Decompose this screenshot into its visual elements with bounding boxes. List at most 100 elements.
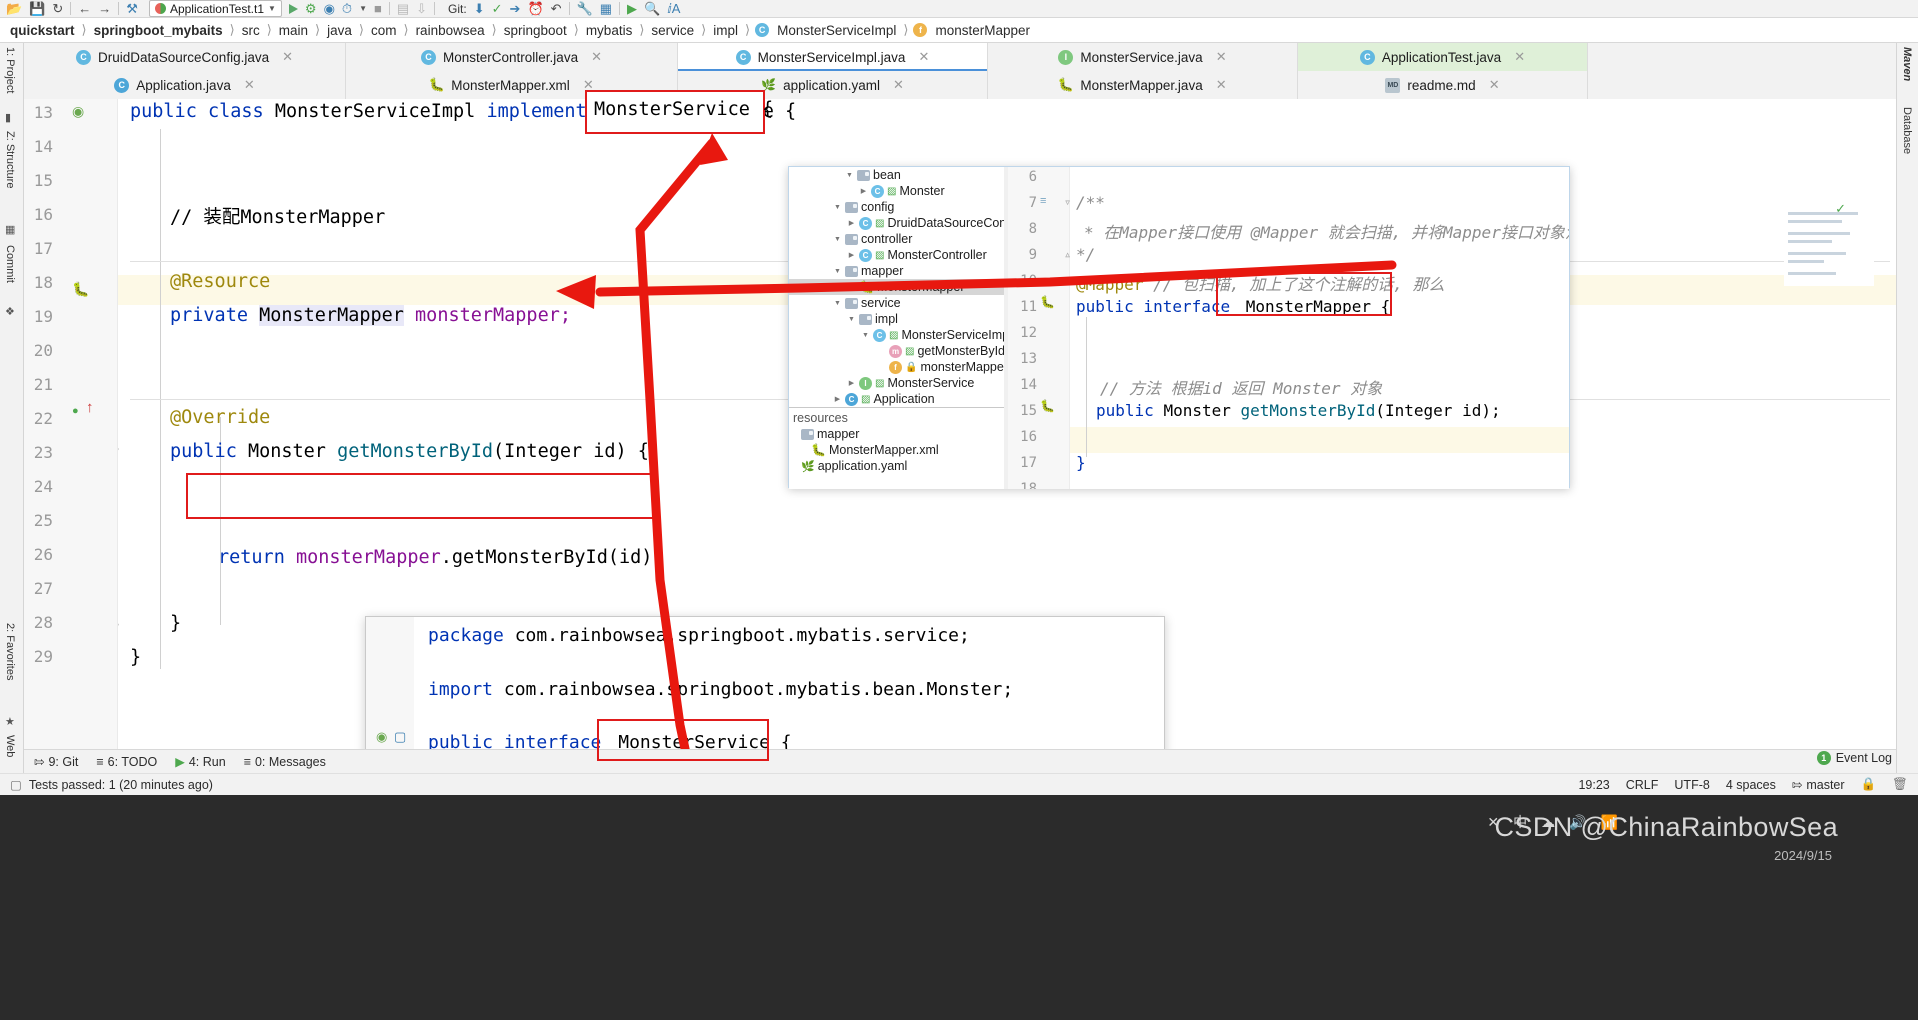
debug-icon[interactable]: ⚙ bbox=[305, 2, 317, 15]
javadoc-gutter-icon[interactable]: ≡ bbox=[1040, 195, 1046, 207]
tree-node-monsterserviceimpl[interactable]: ▼ C ▨ MonsterServiceImpl bbox=[861, 327, 1008, 343]
tab-monstermapper-java[interactable]: 🐛 MonsterMapper.java ✕ bbox=[988, 71, 1298, 99]
breadcrumb-item-impl[interactable]: impl bbox=[711, 23, 740, 38]
tab-monsterserviceimpl[interactable]: C MonsterServiceImpl.java ✕ bbox=[678, 43, 988, 71]
chevron-right-icon[interactable]: ▶ bbox=[847, 283, 856, 291]
breadcrumb-item-quickstart[interactable]: quickstart bbox=[8, 23, 77, 38]
breadcrumb-item-springboot[interactable]: springboot bbox=[502, 23, 569, 38]
tree-node-config[interactable]: ▼ config bbox=[833, 199, 894, 215]
close-icon[interactable]: ✕ bbox=[244, 77, 255, 93]
close-icon[interactable]: ✕ bbox=[1216, 49, 1227, 65]
push-icon[interactable]: ➔ bbox=[510, 2, 521, 15]
breadcrumb-item-src[interactable]: src bbox=[240, 23, 262, 38]
tree-node-monstermapper-selected[interactable]: ▶ 🐛 MonsterMapper bbox=[789, 279, 1008, 295]
file-encoding[interactable]: UTF-8 bbox=[1674, 778, 1709, 792]
star-icon[interactable]: ★ bbox=[5, 715, 15, 728]
mapper-gutter[interactable]: 6 7 8 9 10 11 12 13 14 15 16 17 18 ≡ 🐛 🐛 bbox=[1008, 167, 1070, 489]
modules-icon[interactable]: ▦ bbox=[5, 223, 15, 236]
mybatis-gutter-icon[interactable]: 🐛 bbox=[1040, 399, 1055, 413]
tree-node-application-yaml[interactable]: 🌿 application.yaml bbox=[801, 458, 907, 474]
tree-node-druiddatasourceconfig[interactable]: ▶ C ▨ DruidDataSourceConfig bbox=[847, 215, 1008, 231]
tree-node-application[interactable]: ▶ C ▨ Application bbox=[833, 391, 935, 407]
build-hammer-icon[interactable]: ⚒ bbox=[126, 2, 138, 15]
tab-monstercontroller[interactable]: C MonsterController.java ✕ bbox=[346, 43, 678, 71]
breadcrumb-item-rainbowsea[interactable]: rainbowsea bbox=[414, 23, 487, 38]
implements-arrow-icon[interactable]: ↑ bbox=[86, 399, 94, 416]
tool-button-todo[interactable]: ≡ 6: TODO bbox=[96, 755, 157, 769]
lock-icon[interactable]: 🔒 bbox=[1861, 777, 1877, 792]
project-tree-popup[interactable]: ▼ bean ▶ C ▨ Monster ▼ config ▶ C ▨ Drui… bbox=[789, 167, 1008, 489]
close-icon[interactable]: ✕ bbox=[918, 49, 929, 65]
chevron-down-icon[interactable]: ▼ bbox=[833, 236, 842, 243]
wrench-icon[interactable]: 🔧 bbox=[577, 2, 593, 15]
fold-marker-icon[interactable]: ▵ bbox=[1064, 247, 1071, 261]
tab-monsterservice[interactable]: I MonsterService.java ✕ bbox=[988, 43, 1298, 71]
tool-button-messages[interactable]: ≡ 0: Messages bbox=[244, 755, 326, 769]
sync-icon[interactable]: ↻ bbox=[52, 2, 63, 15]
spring-bean-gutter-icon[interactable]: ◉ bbox=[72, 103, 84, 120]
tab-druiddatasourceconfig[interactable]: C DruidDataSourceConfig.java ✕ bbox=[24, 43, 346, 71]
chevron-right-icon[interactable]: ▶ bbox=[859, 187, 868, 195]
breadcrumb-item-java[interactable]: java bbox=[325, 23, 354, 38]
mapper-code-text[interactable]: ▿ ▵ /** * 在Mapper接口使用 @Mapper 就会扫描, 并将Ma… bbox=[1070, 167, 1569, 489]
chevron-right-icon[interactable]: ▶ bbox=[847, 219, 856, 227]
editor-minimap[interactable] bbox=[1784, 198, 1874, 286]
commit-icon[interactable]: ✓ bbox=[492, 2, 503, 15]
close-icon[interactable]: ✕ bbox=[1514, 49, 1525, 65]
tree-node-controller[interactable]: ▼ controller bbox=[833, 231, 912, 247]
chevron-down-icon[interactable]: ▼ bbox=[833, 268, 842, 275]
chevron-down-icon[interactable]: ▼ bbox=[847, 316, 856, 323]
caret-position[interactable]: 19:23 bbox=[1578, 778, 1609, 792]
chevron-down-icon[interactable]: ▼ bbox=[845, 172, 854, 179]
close-icon[interactable]: ✕ bbox=[1489, 77, 1500, 93]
git-branch-indicator[interactable]: ⇰ master bbox=[1792, 777, 1845, 792]
rail-item-maven[interactable]: Maven bbox=[1901, 47, 1913, 81]
override-gutter-icon[interactable]: ● bbox=[72, 405, 79, 417]
translate-icon[interactable]: ⅈA bbox=[667, 2, 680, 15]
mybatis-gutter-icon[interactable]: 🐛 bbox=[72, 281, 89, 298]
run-anything-icon[interactable]: ▶ bbox=[627, 2, 637, 15]
trash-icon[interactable]: 🗑 bbox=[1892, 777, 1908, 792]
tree-node-impl[interactable]: ▼ impl bbox=[847, 311, 898, 327]
save-icon[interactable]: 💾 bbox=[29, 2, 45, 15]
search-icon[interactable]: 🔍 bbox=[644, 2, 660, 15]
tree-node-bean[interactable]: ▼ bean bbox=[845, 167, 901, 183]
chevron-down-icon[interactable]: ▼ bbox=[268, 4, 276, 13]
breadcrumb-item-springboot-mybaits[interactable]: springboot_mybaits bbox=[92, 23, 225, 38]
chevron-down-icon[interactable]: ▼ bbox=[861, 332, 870, 339]
tool-button-run[interactable]: ▶ 4: Run bbox=[175, 754, 225, 769]
bookmark-icon[interactable]: ▮ bbox=[5, 111, 11, 124]
fold-marker-icon[interactable]: ▿ bbox=[1064, 195, 1071, 209]
breadcrumb-item-mybatis[interactable]: mybatis bbox=[584, 23, 635, 38]
floating-mapper-popup[interactable]: ▼ bean ▶ C ▨ Monster ▼ config ▶ C ▨ Drui… bbox=[788, 166, 1570, 488]
close-icon[interactable]: ✕ bbox=[591, 49, 602, 65]
mybatis-gutter-icon[interactable]: 🐛 bbox=[1040, 295, 1055, 309]
rail-item-project[interactable]: 1: Project bbox=[4, 47, 16, 93]
chevron-down-icon[interactable]: ▼ bbox=[833, 204, 842, 211]
tree-node-service[interactable]: ▼ service bbox=[833, 295, 901, 311]
tree-node-monstermapper-field[interactable]: f 🔒 monsterMapper:M bbox=[889, 359, 1008, 375]
close-icon[interactable]: ✕ bbox=[1216, 77, 1227, 93]
forward-arrow-icon[interactable]: → bbox=[98, 2, 111, 15]
event-log-button[interactable]: 1 Event Log bbox=[1817, 751, 1892, 765]
chevron-down-icon[interactable]: ▼ bbox=[359, 4, 367, 13]
editor-gutter[interactable]: 13 14 15 16 17 18 19 20 21 22 23 24 25 2… bbox=[24, 99, 118, 749]
tree-node-monstermapper-xml[interactable]: 🐛 MonsterMapper.xml bbox=[811, 442, 939, 458]
tool-button-git[interactable]: ⇰ 9: Git bbox=[34, 754, 78, 769]
run-configuration-selector[interactable]: ApplicationTest.t1 ▼ bbox=[149, 0, 282, 17]
tree-node-monsterservice[interactable]: ▶ I ▨ MonsterService bbox=[847, 375, 974, 391]
breadcrumb-item-main[interactable]: main bbox=[277, 23, 310, 38]
chevron-right-icon[interactable]: ▶ bbox=[833, 395, 842, 403]
rail-item-database[interactable]: Database bbox=[1901, 107, 1913, 154]
open-folder-icon[interactable]: 📂 bbox=[6, 2, 22, 15]
fold-marker-icon[interactable]: ▵ bbox=[118, 615, 120, 629]
chevron-down-icon[interactable]: ▼ bbox=[833, 300, 842, 307]
rollback-icon[interactable]: ↶ bbox=[551, 2, 562, 15]
tree-node-resources-mapper[interactable]: mapper bbox=[801, 426, 859, 442]
tree-node-resources[interactable]: resources bbox=[793, 410, 848, 426]
close-icon[interactable]: ✕ bbox=[282, 49, 293, 65]
breadcrumb-item-monsterserviceimpl[interactable]: MonsterServiceImpl bbox=[775, 23, 898, 38]
indent-setting[interactable]: 4 spaces bbox=[1726, 778, 1776, 792]
breadcrumb-item-com[interactable]: com bbox=[369, 23, 399, 38]
run-icon[interactable] bbox=[289, 4, 298, 14]
